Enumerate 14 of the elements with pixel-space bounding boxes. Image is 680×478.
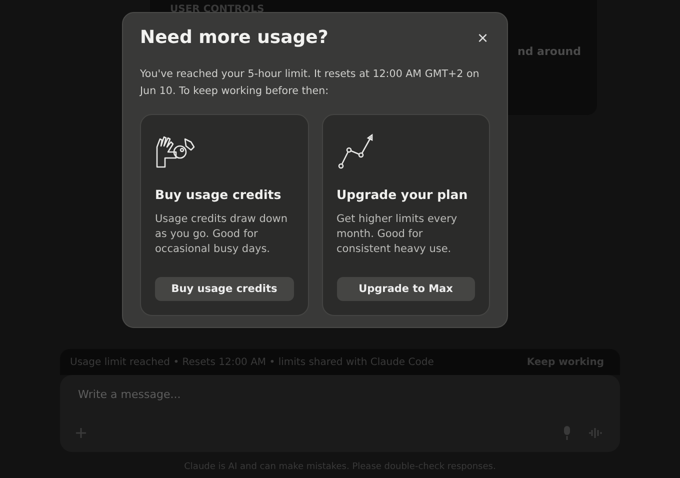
message-text: nd around bbox=[518, 45, 581, 58]
option-button[interactable]: Buy usage credits bbox=[155, 277, 294, 301]
close-button[interactable]: × bbox=[475, 28, 490, 46]
option-button[interactable]: Upgrade to Max bbox=[336, 277, 475, 301]
dialog-message: You've reached your 5-hour limit. It resets at 12:00 AM GMT+2 on Jun 10. To keep working before then: bbox=[140, 67, 480, 99]
message-input[interactable]: Write a message... bbox=[76, 387, 380, 402]
option-title: Buy usage credits bbox=[155, 187, 282, 202]
option-description: Get higher limits every month. Good for consistent heavy use. bbox=[336, 212, 458, 257]
option-title: Upgrade your plan bbox=[336, 187, 469, 202]
microphone-icon[interactable] bbox=[562, 426, 572, 440]
plus-icon[interactable] bbox=[76, 428, 86, 438]
option-description: Usage credits draw down as you go. Good for occasional busy days. bbox=[155, 212, 289, 257]
voice-icon[interactable] bbox=[588, 427, 604, 439]
dialog-title: Need more usage? bbox=[140, 27, 328, 48]
